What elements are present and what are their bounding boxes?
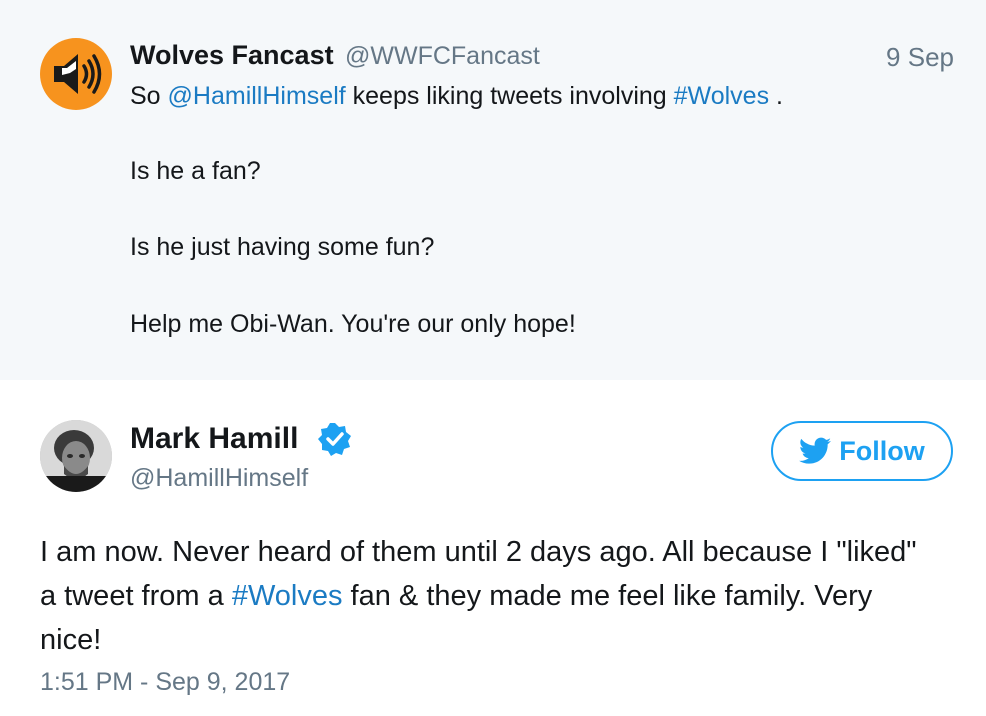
text-segment: So	[130, 82, 168, 110]
parent-author-name[interactable]: Wolves Fancast	[130, 40, 334, 71]
text-segment: keeps liking tweets involving	[345, 82, 674, 110]
hashtag-link[interactable]: #Wolves	[232, 580, 343, 612]
main-author-handle[interactable]: @HamillHimself	[130, 464, 308, 493]
parent-tweet-line-4: Help me Obi-Wan. You're our only hope!	[130, 310, 576, 338]
avatar-photo	[40, 420, 112, 492]
follow-label: Follow	[839, 435, 925, 466]
text-segment: .	[769, 82, 783, 110]
parent-tweet-line-1: So @HamillHimself keeps liking tweets in…	[130, 82, 783, 111]
parent-tweet-line-2: Is he a fan?	[130, 157, 261, 185]
parent-author-handle[interactable]: @WWFCFancast	[345, 42, 540, 71]
tweet-timestamp[interactable]: 1:51 PM - Sep 9, 2017	[40, 668, 290, 697]
parent-tweet-date[interactable]: 9 Sep	[886, 42, 954, 73]
speaker-icon	[54, 54, 102, 94]
verified-badge-icon	[318, 423, 351, 456]
wolves-fancast-avatar[interactable]	[40, 38, 112, 110]
twitter-bird-icon	[799, 437, 832, 464]
main-author-name[interactable]: Mark Hamill	[130, 422, 298, 456]
follow-button[interactable]: Follow	[771, 421, 953, 481]
parent-tweet: Wolves Fancast @WWFCFancast 9 Sep So @Ha…	[0, 0, 986, 380]
mark-hamill-avatar[interactable]	[40, 420, 112, 492]
main-tweet-text: I am now. Never heard of them until 2 da…	[40, 530, 940, 662]
hashtag-link[interactable]: #Wolves	[674, 82, 769, 110]
mention-link[interactable]: @HamillHimself	[168, 82, 346, 110]
parent-tweet-line-3: Is he just having some fun?	[130, 233, 435, 261]
